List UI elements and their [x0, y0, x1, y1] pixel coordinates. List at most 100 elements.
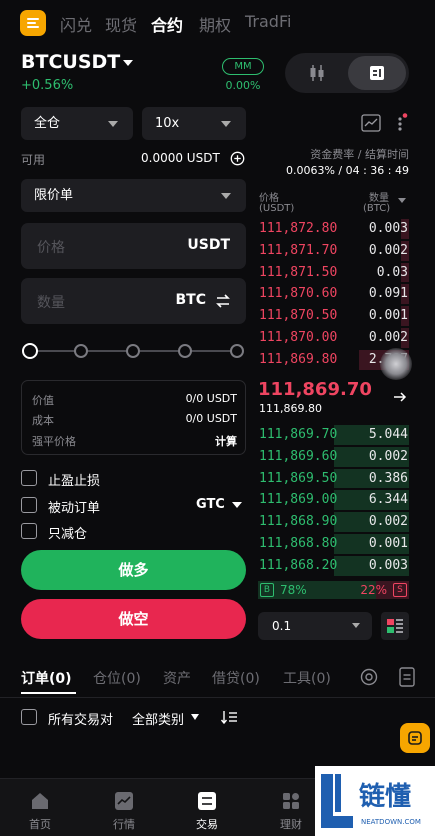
price-field[interactable]: 价格 USDT: [21, 223, 246, 269]
bid-quantity: 0.001: [368, 536, 408, 551]
chart-icon[interactable]: [361, 114, 381, 132]
tp-sl-checkbox[interactable]: [21, 470, 37, 486]
bid-price: 111,869.70: [259, 427, 338, 442]
tab-tradfi[interactable]: TradFi: [245, 12, 291, 31]
available-label: 可用: [21, 153, 46, 167]
all-pairs-label: 所有交易对: [48, 713, 114, 728]
book-layout-icon[interactable]: [381, 612, 409, 640]
slider-step-50[interactable]: [126, 344, 140, 358]
watermark-brand: 链懂: [359, 782, 412, 812]
orderbook-view-button[interactable]: [348, 56, 406, 90]
mm-value: 0.00%: [225, 79, 261, 92]
nav-earn[interactable]: 理财: [261, 790, 321, 832]
bid-price: 111,868.80: [259, 536, 338, 551]
mark-price: 111,869.80: [259, 402, 322, 415]
target-icon[interactable]: [360, 668, 378, 686]
qty-unit-dropdown-icon[interactable]: [398, 198, 406, 203]
tab-orders[interactable]: 订单(0): [21, 668, 72, 688]
post-only-checkbox[interactable]: [21, 497, 37, 513]
category-filter[interactable]: 全部类别: [132, 709, 184, 728]
sell-short-button[interactable]: 做空: [21, 599, 246, 639]
sort-icon[interactable]: [220, 709, 238, 725]
bid-row[interactable]: 111,869.70 5.044: [258, 424, 409, 446]
chevron-down-icon[interactable]: [232, 502, 242, 508]
ask-quantity: 0.091: [368, 286, 408, 302]
ask-row[interactable]: 111,870.60 0.091: [258, 283, 409, 305]
reduce-only-checkbox[interactable]: [21, 523, 37, 539]
slider-handle[interactable]: [22, 343, 38, 359]
buy-tag: B: [260, 583, 274, 597]
tab-positions[interactable]: 仓位(0): [93, 668, 141, 688]
swap-unit-icon[interactable]: [214, 292, 232, 310]
bid-quantity: 0.002: [368, 514, 408, 530]
bid-row[interactable]: 111,869.60 0.002: [258, 446, 409, 468]
ask-row[interactable]: 111,870.00 0.002: [258, 327, 409, 349]
symbol-selector[interactable]: BTCUSDT: [21, 51, 120, 73]
sell-percent: 22%: [360, 583, 387, 597]
tab-options[interactable]: 期权: [199, 12, 231, 36]
quantity-unit: BTC: [175, 292, 207, 308]
tab-loans[interactable]: 借贷(0): [212, 668, 260, 688]
bid-row[interactable]: 111,868.80 0.001: [258, 533, 409, 555]
support-button[interactable]: [400, 723, 430, 753]
tab-assets[interactable]: 资产: [163, 668, 191, 688]
buy-long-button[interactable]: 做多: [21, 550, 246, 590]
tab-swap[interactable]: 闪兑: [60, 12, 92, 36]
trade-icon: [198, 792, 216, 810]
tif-select[interactable]: GTC: [196, 497, 225, 512]
chat-icon: [408, 731, 422, 745]
menu-logo-icon[interactable]: [20, 10, 46, 36]
ask-price: 111,869.80: [259, 351, 338, 367]
view-toggle[interactable]: [285, 53, 409, 93]
bid-row[interactable]: 111,868.90 0.002: [258, 511, 409, 533]
ask-quantity: 0.002: [368, 242, 408, 258]
top-nav: 闪兑 现货 合约 期权 TradFi: [0, 0, 435, 46]
bid-price: 111,869.50: [259, 470, 338, 486]
bid-row[interactable]: 111,868.20 0.003: [258, 555, 409, 577]
ask-row[interactable]: 111,871.70 0.002: [258, 240, 409, 262]
nav-markets[interactable]: 行情: [94, 790, 154, 832]
chevron-down-icon[interactable]: [123, 60, 133, 66]
nav-home[interactable]: 首页: [10, 790, 70, 832]
bid-row[interactable]: 111,869.00 6.344: [258, 489, 409, 511]
margin-mode-select[interactable]: 全仓: [21, 107, 133, 140]
price-placeholder: 价格: [37, 240, 65, 256]
document-icon[interactable]: [399, 667, 415, 687]
ask-row[interactable]: 111,871.50 0.03: [258, 262, 409, 284]
chevron-down-icon[interactable]: [191, 714, 199, 720]
ask-row[interactable]: 111,872.80 0.003: [258, 218, 409, 240]
bid-row[interactable]: 111,869.50 0.386: [258, 468, 409, 490]
slider-step-100[interactable]: [230, 344, 244, 358]
quantity-field[interactable]: 数量 BTC: [21, 278, 246, 324]
touch-indicator: [380, 348, 412, 380]
arrow-right-icon[interactable]: [393, 390, 407, 404]
ask-price: 111,871.50: [259, 264, 338, 280]
available-value: 0.0000 USDT: [141, 151, 220, 165]
chevron-down-icon: [108, 121, 118, 127]
nav-trade[interactable]: 交易: [177, 790, 237, 832]
divider: [0, 697, 435, 698]
all-pairs-checkbox[interactable]: [21, 709, 37, 725]
tab-spot[interactable]: 现货: [105, 12, 137, 36]
leverage-select[interactable]: 10x: [142, 107, 246, 140]
price-column-unit: (USDT): [259, 203, 295, 214]
bid-price: 111,869.00: [259, 492, 338, 508]
ask-price: 111,870.00: [259, 330, 338, 345]
tab-tools[interactable]: 工具(0): [283, 668, 331, 688]
ask-row[interactable]: 111,870.50 0.001: [258, 305, 409, 327]
more-icon[interactable]: [395, 113, 409, 133]
depth-step-select[interactable]: 0.1: [258, 612, 372, 640]
funding-label: 资金费率 / 结算时间: [310, 148, 409, 161]
price-column-header: 价格: [259, 193, 279, 204]
value-amount: 0/0 USDT: [185, 392, 237, 405]
add-funds-icon[interactable]: [230, 151, 245, 166]
bid-quantity: 0.386: [368, 470, 408, 486]
calculate-link[interactable]: 计算: [215, 433, 237, 449]
qty-column-unit: (BTC): [363, 203, 391, 214]
mm-badge[interactable]: MM: [222, 58, 264, 75]
candlestick-icon[interactable]: [307, 63, 327, 83]
slider-step-75[interactable]: [178, 344, 192, 358]
order-type-select[interactable]: 限价单: [21, 179, 246, 212]
slider-step-25[interactable]: [74, 344, 88, 358]
tab-contract[interactable]: 合约: [151, 12, 183, 36]
